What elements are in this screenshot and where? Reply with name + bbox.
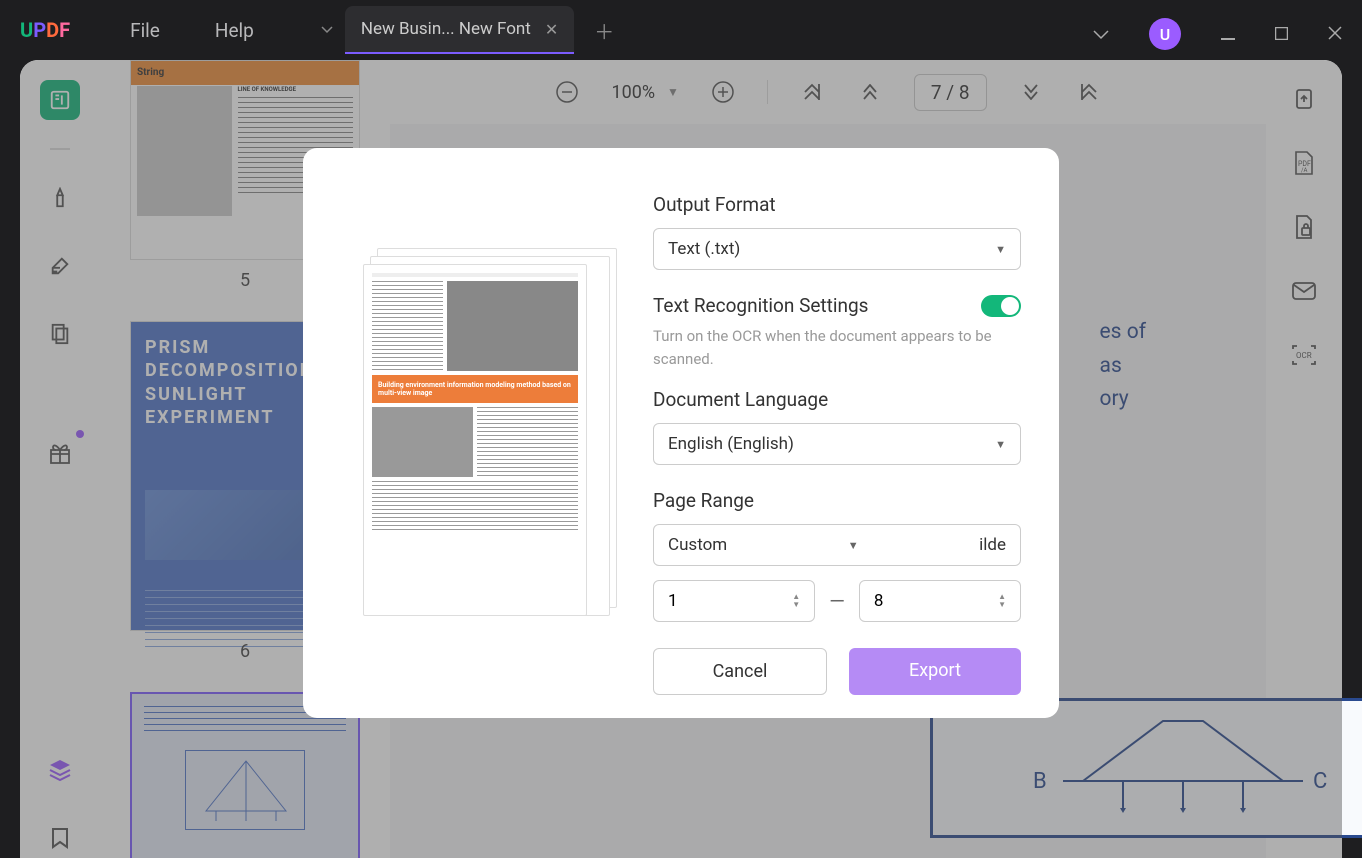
add-tab-button[interactable]: ＋ — [594, 16, 614, 45]
window-controls: U — [1093, 18, 1342, 50]
ocr-toggle[interactable] — [981, 295, 1021, 317]
export-button[interactable]: Export — [849, 648, 1021, 695]
preview-stack: Building environment information modelin… — [363, 248, 593, 618]
tab-list-dropdown[interactable] — [309, 10, 345, 50]
close-icon[interactable]: ✕ — [545, 20, 558, 39]
dialog-buttons: Cancel Export — [653, 648, 1021, 695]
page-range-label: Page Range — [653, 489, 1021, 512]
tab-title: New Busin... New Font — [361, 19, 531, 39]
maximize-button[interactable] — [1275, 25, 1288, 44]
chevron-down-icon[interactable] — [1093, 25, 1109, 44]
app-logo: UPDF — [20, 18, 70, 42]
chevron-down-icon: ▼ — [848, 539, 859, 552]
output-format-select[interactable]: Text (.txt) ▼ — [653, 228, 1021, 270]
chevron-down-icon: ▼ — [995, 438, 1006, 451]
close-button[interactable] — [1328, 25, 1342, 44]
language-label: Document Language — [653, 388, 1021, 411]
tab-region: New Busin... New Font ✕ ＋ — [309, 0, 614, 60]
range-from-input[interactable]: 1 ▲▼ — [653, 580, 815, 622]
language-select[interactable]: English (English) ▼ — [653, 423, 1021, 465]
menu-file[interactable]: File — [130, 19, 160, 42]
menu-help[interactable]: Help — [215, 19, 254, 42]
cancel-button[interactable]: Cancel — [653, 648, 827, 695]
minimize-button[interactable] — [1221, 25, 1235, 44]
dialog-form: Output Format Text (.txt) ▼ Text Recogni… — [653, 148, 1059, 718]
user-avatar[interactable]: U — [1149, 18, 1181, 50]
preview-front-page: Building environment information modelin… — [363, 264, 587, 616]
ocr-toggle-row: Text Recognition Settings — [653, 294, 1021, 317]
range-dash: — — [829, 589, 845, 613]
ocr-hint: Turn on the OCR when the document appear… — [653, 325, 1021, 370]
export-dialog: Building environment information modelin… — [303, 148, 1059, 718]
output-format-label: Output Format — [653, 193, 1021, 216]
spinner-arrows-icon[interactable]: ▲▼ — [792, 593, 800, 609]
page-range-select[interactable]: Custom ▼ ilde — [653, 524, 1021, 566]
page-range-inputs: 1 ▲▼ — 8 ▲▼ — [653, 580, 1021, 622]
chevron-down-icon: ▼ — [995, 243, 1006, 256]
titlebar: UPDF File Help New Busin... New Font ✕ ＋… — [0, 0, 1362, 60]
range-to-input[interactable]: 8 ▲▼ — [859, 580, 1021, 622]
ocr-label: Text Recognition Settings — [653, 294, 868, 317]
active-tab[interactable]: New Busin... New Font ✕ — [345, 6, 574, 54]
dialog-preview: Building environment information modelin… — [303, 148, 653, 718]
spinner-arrows-icon[interactable]: ▲▼ — [998, 593, 1006, 609]
